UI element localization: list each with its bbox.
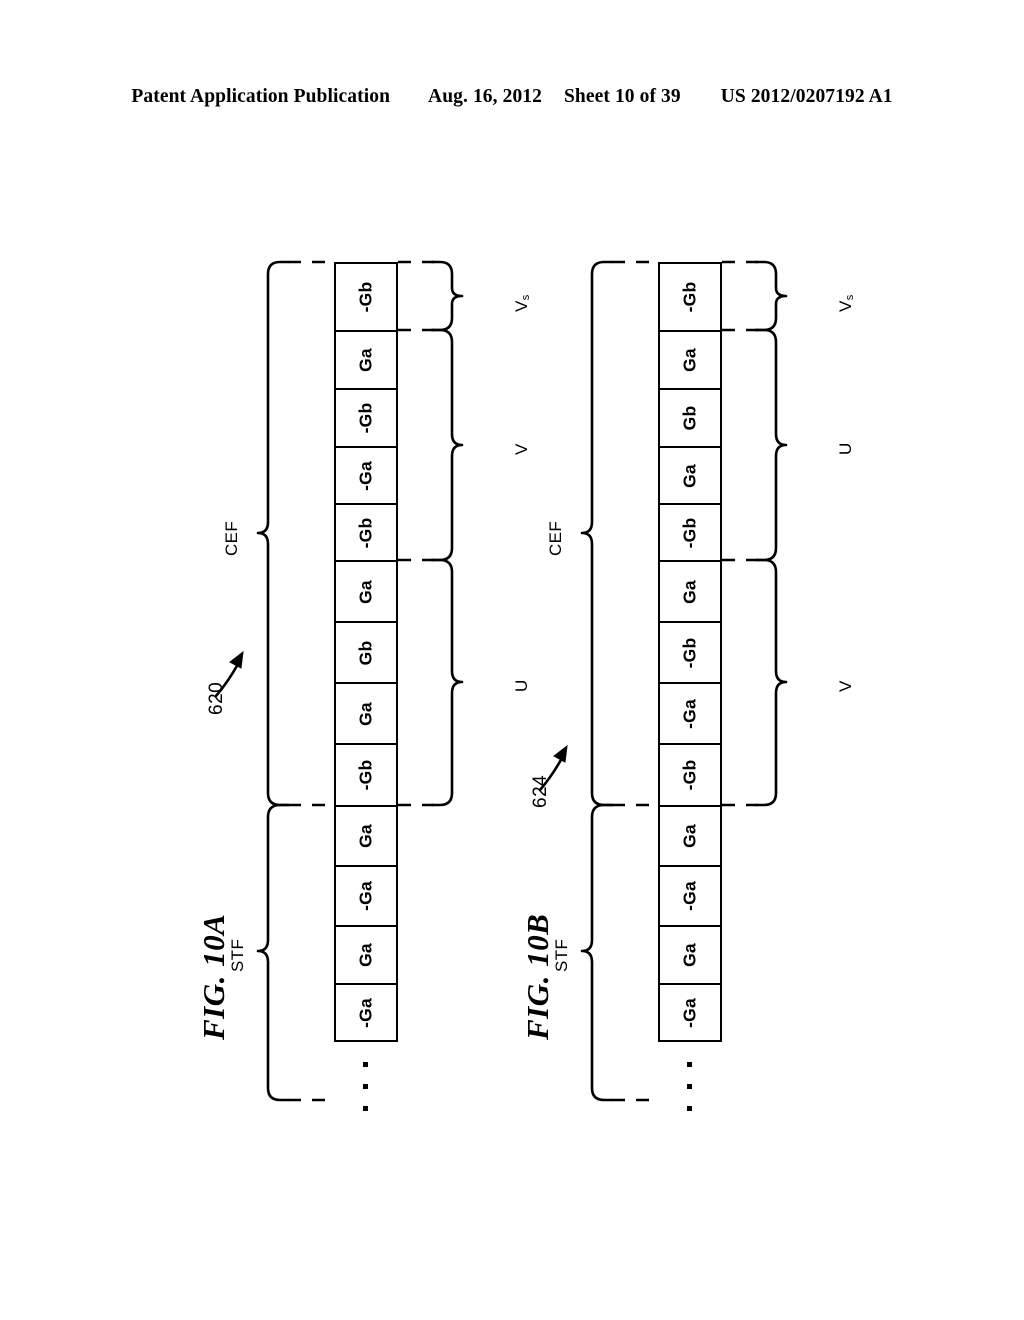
symbol-cell: -Ga xyxy=(660,684,720,745)
figure-10b-continuation-ellipsis xyxy=(687,1062,692,1128)
symbol-cell-label: -Gb xyxy=(679,759,700,791)
symbol-cell: -Ga xyxy=(660,985,720,1040)
symbol-cell: -Gb xyxy=(660,505,720,562)
figure-10b-stf-label: STF xyxy=(552,938,571,972)
symbol-cell: Ga xyxy=(660,927,720,985)
symbol-cell: Gb xyxy=(660,390,720,448)
symbol-cell-label: Ga xyxy=(679,824,700,848)
figure-10b-title: FIG. 10B xyxy=(520,913,555,1040)
figure-10b-ref-numeral: 624 xyxy=(530,774,551,808)
symbol-cell: -Gb xyxy=(660,745,720,807)
symbol-cell-label: -Gb xyxy=(679,517,700,548)
symbol-cell-label: -Ga xyxy=(679,997,700,1028)
figure-10b-cell-column: -Gb Ga Gb Ga -Gb Ga -Gb -Ga -Gb Ga -Ga G… xyxy=(658,262,722,1042)
figure-area: FIG. 10A 620 CEF STF Vs V U -Gb Ga -Gb -… xyxy=(0,0,1024,1320)
symbol-cell: Ga xyxy=(660,448,720,505)
figure-10b-cef-label: CEF xyxy=(546,520,565,556)
symbol-cell-label: Ga xyxy=(679,348,700,372)
symbol-cell: Ga xyxy=(660,332,720,390)
symbol-cell: -Ga xyxy=(660,867,720,927)
symbol-cell-label: -Gb xyxy=(679,637,700,668)
symbol-cell-label: Gb xyxy=(679,405,700,431)
symbol-cell-label: -Gb xyxy=(679,281,700,313)
symbol-cell-label: -Ga xyxy=(679,881,700,911)
symbol-cell: Ga xyxy=(660,807,720,867)
figure-10b-u-label: U xyxy=(836,442,855,455)
symbol-cell: -Gb xyxy=(660,264,720,332)
symbol-cell-label: -Ga xyxy=(679,698,700,729)
symbol-cell: Ga xyxy=(660,562,720,623)
symbol-cell-label: Ga xyxy=(679,943,700,967)
figure-10b: FIG. 10B 624 CEF STF Vs U V -Gb Ga Gb Ga… xyxy=(0,0,1024,1320)
symbol-cell-label: Ga xyxy=(679,463,700,488)
figure-10b-vs-label: Vs xyxy=(836,294,856,312)
symbol-cell: -Gb xyxy=(660,623,720,684)
figure-10b-v-label: V xyxy=(836,680,855,692)
symbol-cell-label: Ga xyxy=(679,579,700,604)
